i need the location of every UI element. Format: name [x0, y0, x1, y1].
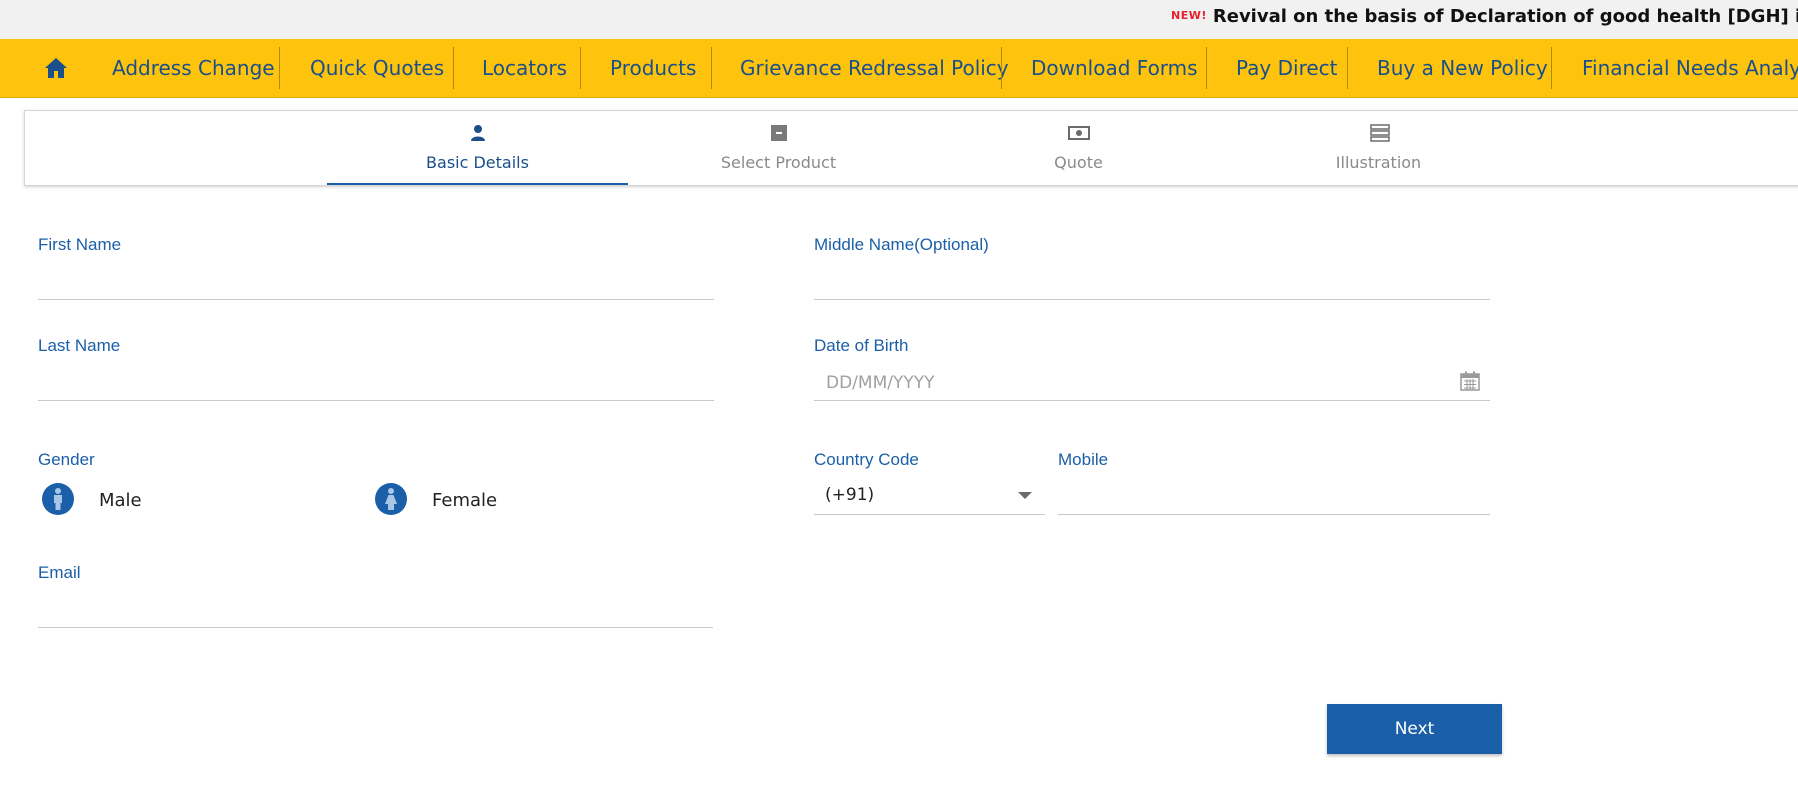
user-icon: [469, 124, 487, 142]
nav-buy-new-policy[interactable]: Buy a New Policy: [1377, 39, 1548, 97]
country-code-underline: [814, 514, 1045, 515]
email-label: Email: [38, 563, 81, 582]
gender-option-female[interactable]: Female: [432, 490, 497, 511]
mobile-underline: [1058, 514, 1490, 515]
email-underline: [38, 627, 713, 628]
chevron-down-icon: [1018, 492, 1032, 499]
country-code-label: Country Code: [814, 450, 919, 469]
nav-divider: [1551, 47, 1552, 89]
ticker-text[interactable]: Revival on the basis of Declaration of g…: [1213, 6, 1798, 27]
nav-divider: [1001, 47, 1002, 89]
first-name-underline: [38, 299, 714, 300]
list-icon: [1369, 124, 1390, 142]
last-name-input[interactable]: [38, 369, 714, 397]
middle-name-label: Middle Name(Optional): [814, 235, 989, 254]
next-button[interactable]: Next: [1327, 704, 1502, 754]
step-label: Select Product: [720, 153, 837, 172]
first-name-input[interactable]: [38, 268, 714, 296]
mobile-label: Mobile: [1058, 450, 1109, 469]
nav-quick-quotes[interactable]: Quick Quotes: [310, 39, 444, 97]
dob-input[interactable]: [826, 369, 1446, 397]
nav-products[interactable]: Products: [610, 39, 696, 97]
middle-name-underline: [814, 299, 1490, 300]
dob-underline: [814, 400, 1490, 401]
nav-divider: [1347, 47, 1348, 89]
step-label: Quote: [1054, 153, 1103, 172]
first-name-label: First Name: [38, 235, 122, 254]
new-badge: NEW!: [1171, 9, 1207, 22]
nav-pay-direct[interactable]: Pay Direct: [1236, 39, 1338, 97]
country-code-value: (+91): [825, 485, 875, 505]
gender-label: Gender: [38, 450, 95, 469]
mobile-input[interactable]: [1058, 482, 1490, 510]
dob-label: Date of Birth: [814, 336, 909, 355]
step-label: Basic Details: [426, 153, 529, 172]
step-quote[interactable]: Quote: [928, 111, 1229, 185]
step-illustration[interactable]: Illustration: [1228, 111, 1529, 185]
news-ticker: NEW! Revival on the basis of Declaration …: [0, 0, 1798, 39]
nav-financial-needs-analysis[interactable]: Financial Needs Analysis: [1582, 39, 1798, 97]
nav-grievance-redressal-policy[interactable]: Grievance Redressal Policy: [740, 39, 1009, 97]
male-icon[interactable]: [42, 483, 74, 515]
calendar-icon[interactable]: [1460, 371, 1480, 391]
main-nav: Address Change Quick Quotes Locators Pro…: [0, 39, 1798, 98]
nav-divider: [279, 47, 280, 89]
nav-download-forms[interactable]: Download Forms: [1031, 39, 1198, 97]
progress-stepper: Basic Details Select Product Quote Illus…: [24, 110, 1798, 186]
middle-name-input[interactable]: [814, 268, 1490, 296]
nav-divider: [1206, 47, 1207, 89]
email-input[interactable]: [38, 596, 713, 624]
nav-divider: [580, 47, 581, 89]
last-name-label: Last Name: [38, 336, 121, 355]
step-basic-details[interactable]: Basic Details: [327, 111, 628, 185]
female-icon[interactable]: [375, 483, 407, 515]
step-label: Illustration: [1335, 153, 1422, 172]
step-select-product[interactable]: Select Product: [628, 111, 929, 185]
nav-locators[interactable]: Locators: [482, 39, 567, 97]
nav-divider: [453, 47, 454, 89]
gender-option-male[interactable]: Male: [99, 490, 142, 511]
box-icon: [770, 124, 788, 142]
last-name-underline: [38, 400, 714, 401]
home-icon[interactable]: [44, 57, 68, 79]
country-code-select[interactable]: (+91): [814, 480, 1045, 512]
money-icon: [1067, 124, 1090, 142]
nav-address-change[interactable]: Address Change: [112, 39, 275, 97]
nav-divider: [711, 47, 712, 89]
